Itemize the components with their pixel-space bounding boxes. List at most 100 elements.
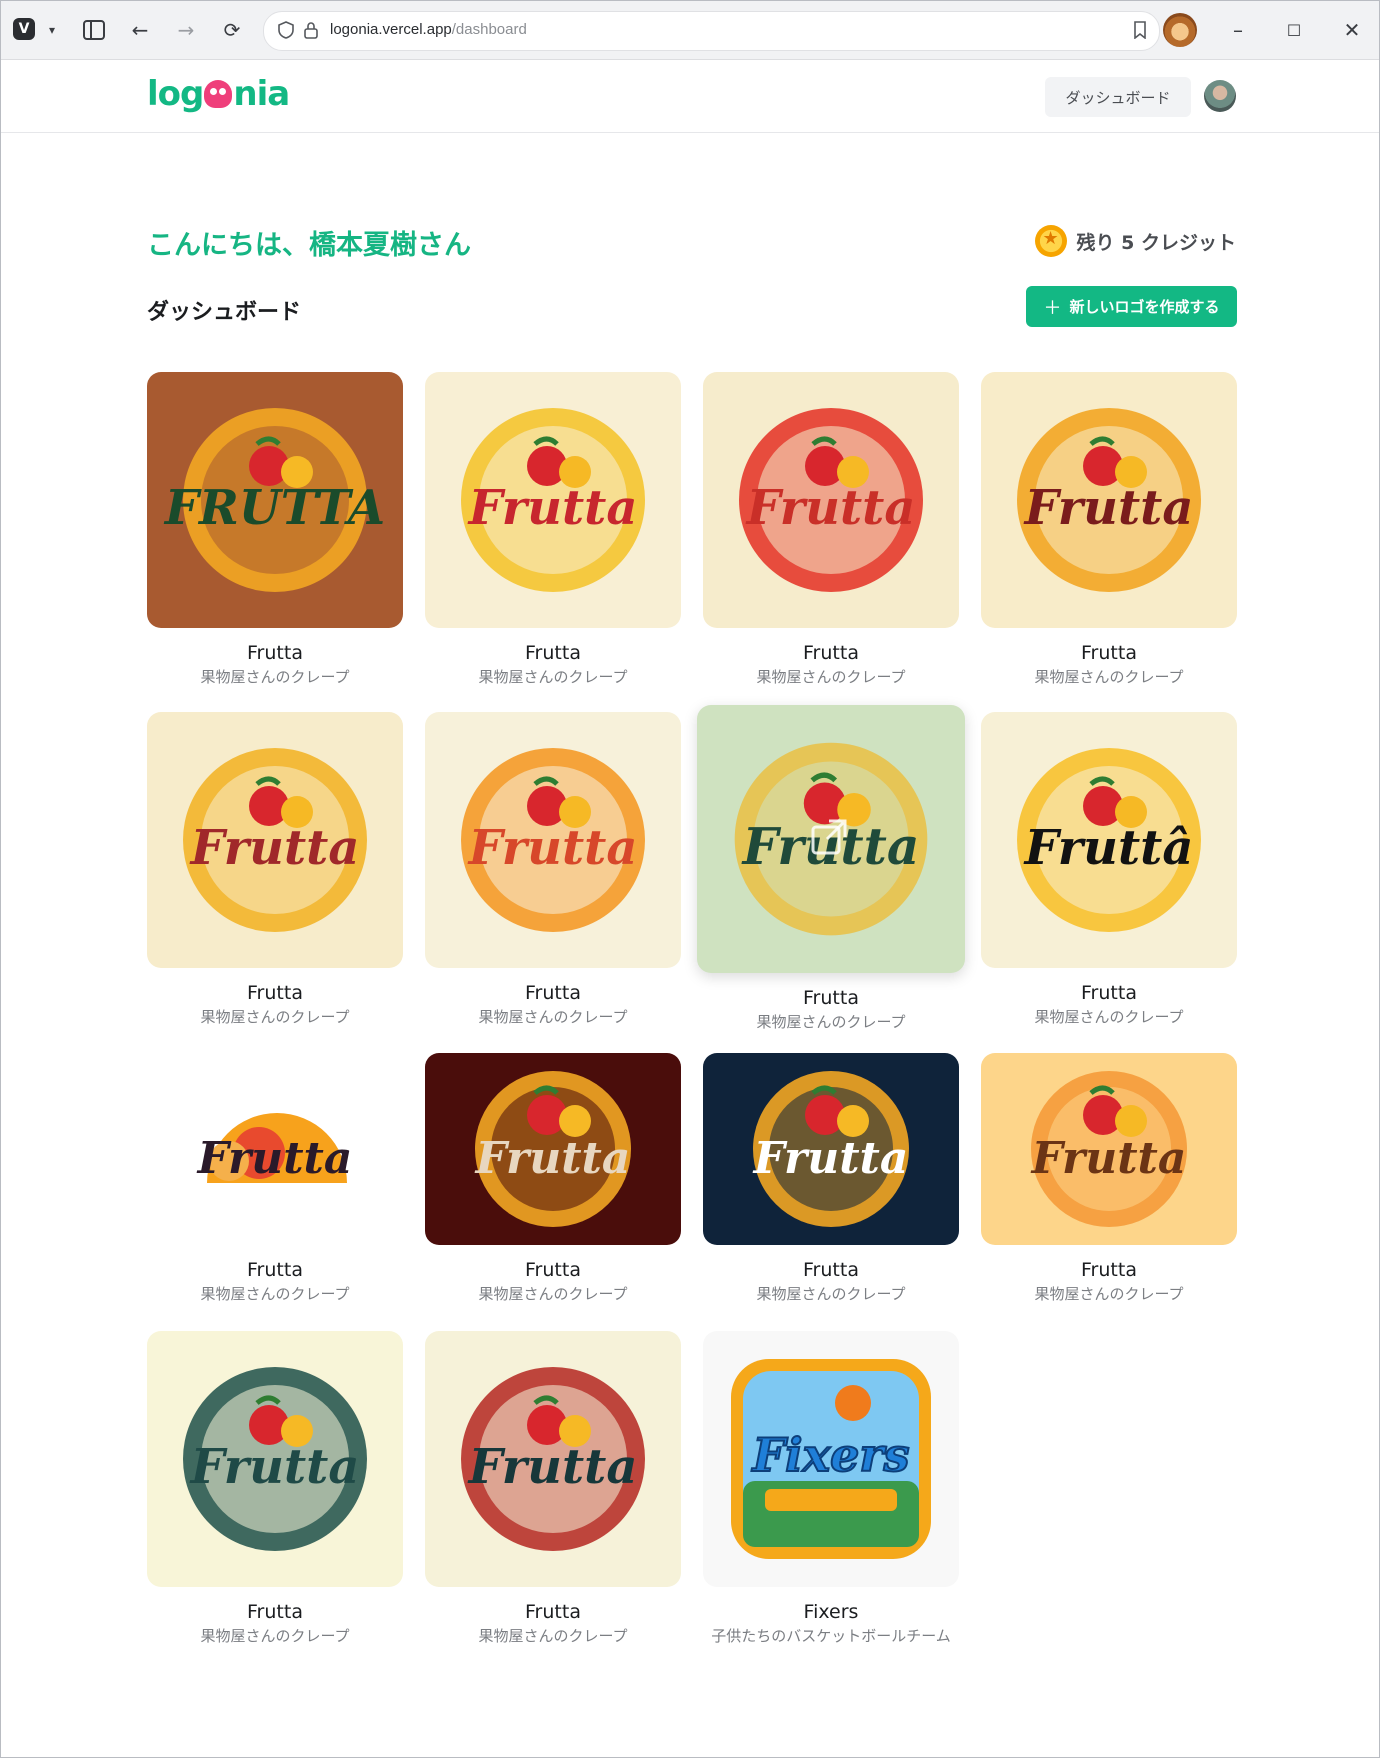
- logo-artwork: Frutta: [474, 1071, 631, 1227]
- browser-window: V ▾ ← → ⟳ logonia.vercel.app/dashboard –…: [0, 0, 1380, 1758]
- dashboard-button[interactable]: ダッシュボード: [1045, 77, 1191, 117]
- logo-card[interactable]: Frutta Frutta 果物屋さんのクレープ: [425, 372, 681, 687]
- logo-subtitle: 果物屋さんのクレープ: [756, 1013, 906, 1031]
- logo-subtitle: 果物屋さんのクレープ: [1034, 1008, 1184, 1026]
- logo-wordmark: Frutta: [189, 820, 360, 876]
- new-logo-button[interactable]: ＋ 新しいロゴを作成する: [1026, 286, 1237, 327]
- new-logo-label: 新しいロゴを作成する: [1069, 298, 1220, 316]
- close-icon[interactable]: ✕: [1337, 15, 1367, 45]
- address-bar[interactable]: logonia.vercel.app/dashboard: [263, 11, 1160, 51]
- logo-thumbnail[interactable]: Frutta: [703, 1053, 959, 1245]
- reload-icon[interactable]: ⟳: [217, 15, 247, 45]
- user-avatar[interactable]: [1204, 80, 1236, 112]
- greeting: こんにちは、橋本夏樹さん: [147, 230, 471, 261]
- maximize-icon[interactable]: ☐: [1279, 15, 1309, 45]
- logo-artwork: Frutta: [461, 748, 645, 932]
- logo-subtitle: 果物屋さんのクレープ: [1034, 1285, 1184, 1303]
- shield-icon[interactable]: [278, 21, 294, 43]
- logo-title: Frutta: [247, 1259, 303, 1281]
- logo-card[interactable]: Frutta Frutta 果物屋さんのクレープ: [703, 372, 959, 687]
- logo-wordmark: Fruttâ: [1023, 820, 1194, 876]
- logo-subtitle: 果物屋さんのクレープ: [756, 1285, 906, 1303]
- logo-wordmark: Frutta: [467, 480, 638, 536]
- lock-icon[interactable]: [304, 21, 318, 43]
- logo-thumbnail[interactable]: Fruttâ: [981, 712, 1237, 968]
- app-header: log nia ダッシュボード: [1, 60, 1379, 133]
- logo-thumbnail[interactable]: Frutta: [147, 712, 403, 968]
- logo-card[interactable]: Fruttâ Frutta 果物屋さんのクレープ: [981, 712, 1237, 1027]
- credits-label: 残り 5 クレジット: [1076, 231, 1236, 254]
- logo-card[interactable]: Frutta Frutta 果物屋さんのクレープ: [147, 712, 403, 1027]
- logo-title: Frutta: [525, 1601, 581, 1623]
- logo-title: Frutta: [803, 1259, 859, 1281]
- profile-avatar[interactable]: [1163, 13, 1197, 47]
- logo-thumbnail[interactable]: Frutta: [147, 1331, 403, 1587]
- logo-thumbnail[interactable]: Frutta: [425, 712, 681, 968]
- logo-subtitle: 子供たちのバスケットボールチーム: [711, 1627, 951, 1645]
- logo-title: Frutta: [525, 982, 581, 1004]
- logo-wordmark: Frutta: [752, 1133, 909, 1184]
- logo-title: Frutta: [1081, 642, 1137, 664]
- logo-subtitle: 果物屋さんのクレープ: [200, 1285, 350, 1303]
- logo-wordmark: Frutta: [1030, 1133, 1187, 1184]
- logo-thumbnail[interactable]: Frutta: [425, 1331, 681, 1587]
- logo-title: Frutta: [525, 642, 581, 664]
- logo-wordmark: Frutta: [467, 1439, 638, 1495]
- logo-artwork: Frutta: [461, 408, 645, 592]
- logo-card[interactable]: Frutta Frutta 果物屋さんのクレープ: [425, 1053, 681, 1304]
- logo-card[interactable]: Frutta Frutta 果物屋さんのクレープ: [703, 1053, 959, 1304]
- logo-wordmark: Frutta: [189, 1439, 360, 1495]
- logo-title: Frutta: [1081, 1259, 1137, 1281]
- logo-thumbnail[interactable]: Fixers: [703, 1331, 959, 1587]
- logo-thumbnail[interactable]: Frutta: [981, 372, 1237, 628]
- logo-card[interactable]: Frutta Frutta 果物屋さんのクレープ: [425, 712, 681, 1027]
- logo-card[interactable]: Frutta Frutta 果物屋さんのクレープ: [147, 1331, 403, 1646]
- logo-title: Frutta: [803, 987, 859, 1009]
- logo-thumbnail[interactable]: Frutta: [147, 1053, 403, 1245]
- logo-wordmark: Frutta: [1023, 480, 1194, 536]
- logo-title: Frutta: [247, 642, 303, 664]
- external-link-icon[interactable]: [807, 815, 851, 859]
- logo-card[interactable]: Frutta Frutta 果物屋さんのクレープ: [425, 1331, 681, 1646]
- vivaldi-menu-icon[interactable]: V: [13, 18, 35, 40]
- logo-wordmark: Frutta: [474, 1133, 631, 1184]
- logo-wordmark: Frutta: [196, 1133, 353, 1184]
- browser-toolbar: V ▾ ← → ⟳ logonia.vercel.app/dashboard –…: [1, 1, 1379, 60]
- credits-indicator: 残り 5 クレジット: [1034, 225, 1236, 257]
- logo-artwork: Frutta: [183, 1367, 367, 1551]
- logo-thumbnail[interactable]: FRUTTA: [147, 372, 403, 628]
- bookmark-icon[interactable]: [1133, 21, 1147, 43]
- plus-icon: ＋: [1043, 297, 1062, 319]
- logo-card[interactable]: FRUTTA Frutta 果物屋さんのクレープ: [147, 372, 403, 687]
- logo-artwork: FRUTTA: [163, 408, 385, 592]
- logo-thumbnail[interactable]: Frutta: [703, 372, 959, 628]
- logo-subtitle: 果物屋さんのクレープ: [478, 668, 628, 686]
- logo-thumbnail[interactable]: Frutta: [697, 705, 965, 973]
- forward-icon[interactable]: →: [171, 15, 201, 45]
- logo-wordmark: Frutta: [745, 480, 916, 536]
- app-banner: [765, 1489, 897, 1511]
- logo-thumbnail[interactable]: Frutta: [981, 1053, 1237, 1245]
- logo-subtitle: 果物屋さんのクレープ: [478, 1285, 628, 1303]
- logo-thumbnail[interactable]: Frutta: [425, 1053, 681, 1245]
- logo-thumbnail[interactable]: Frutta: [425, 372, 681, 628]
- logo-title: Frutta: [803, 642, 859, 664]
- logo-card[interactable]: Frutta Frutta 果物屋さんのクレープ: [981, 1053, 1237, 1304]
- chevron-down-icon[interactable]: ▾: [37, 15, 67, 45]
- minimize-icon[interactable]: –: [1223, 15, 1253, 45]
- logo-card[interactable]: Frutta Frutta 果物屋さんのクレープ: [981, 372, 1237, 687]
- logo-card[interactable]: Frutta Frutta 果物屋さんのクレープ: [697, 705, 965, 1032]
- logo-subtitle: 果物屋さんのクレープ: [200, 668, 350, 686]
- back-icon[interactable]: ←: [125, 15, 155, 45]
- logo-subtitle: 果物屋さんのクレープ: [756, 668, 906, 686]
- coin-icon: [1034, 225, 1067, 257]
- logo-title: Frutta: [525, 1259, 581, 1281]
- mascot-icon: [204, 80, 233, 108]
- panel-toggle-icon[interactable]: [79, 15, 109, 45]
- url-text[interactable]: logonia.vercel.app/dashboard: [330, 21, 527, 38]
- logo-artwork: Frutta: [196, 1113, 353, 1184]
- logonia-logo[interactable]: log nia: [147, 74, 290, 114]
- logo-card[interactable]: Fixers Fixers 子供たちのバスケットボールチーム: [703, 1331, 959, 1646]
- logo-title: Frutta: [1081, 982, 1137, 1004]
- logo-card[interactable]: Frutta Frutta 果物屋さんのクレープ: [147, 1053, 403, 1304]
